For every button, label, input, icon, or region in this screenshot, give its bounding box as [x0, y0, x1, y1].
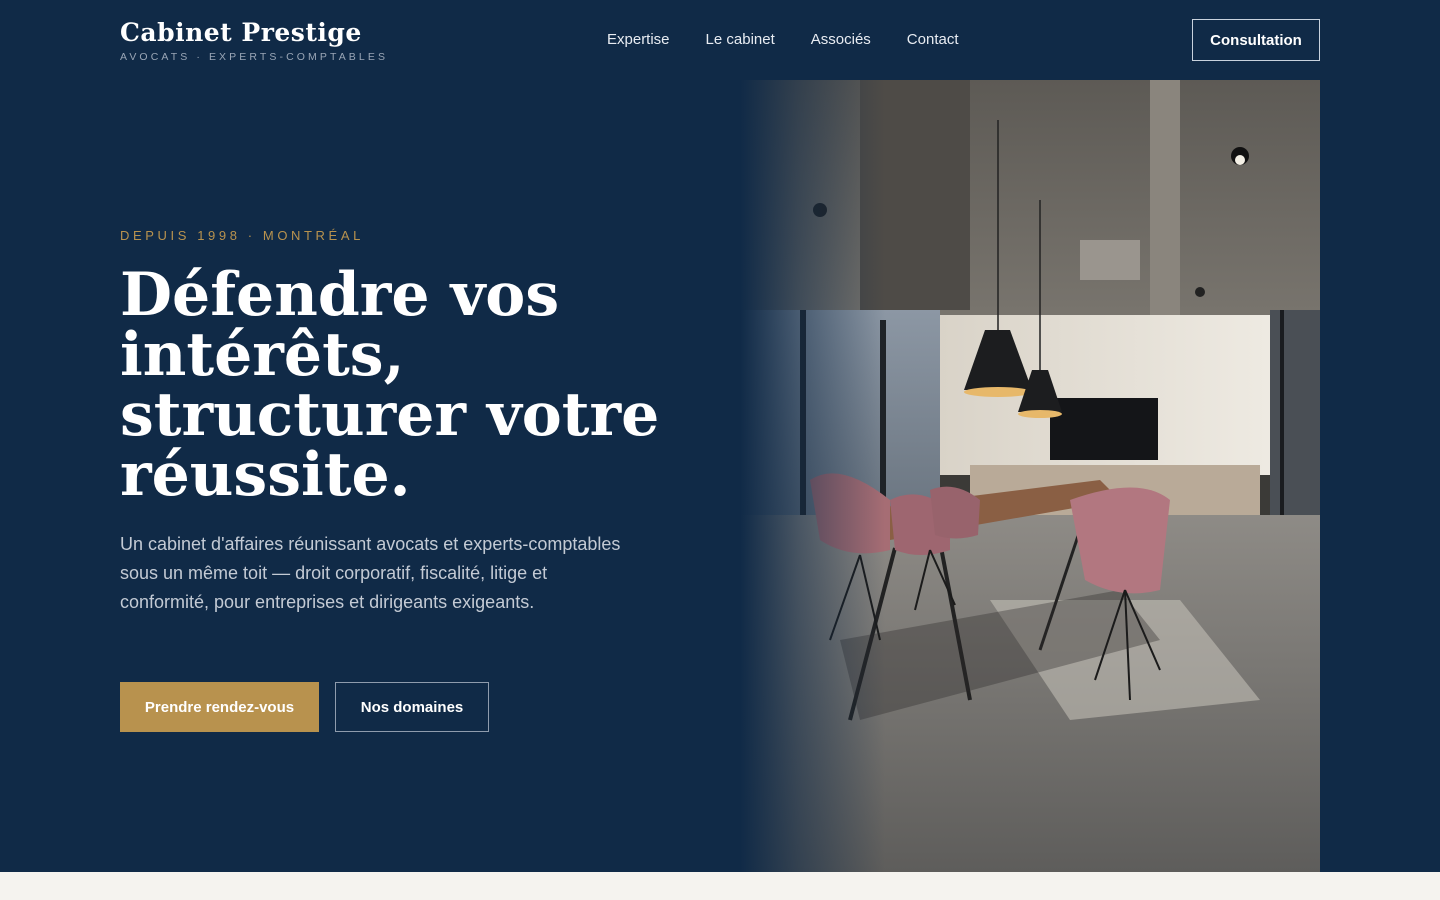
site-header: Cabinet Prestige AVOCATS · EXPERTS-COMPT… [0, 0, 1440, 80]
nav-link-expertise[interactable]: Expertise [607, 31, 670, 49]
headline-line-3: structurer votre [120, 380, 660, 450]
image-fade-overlay [740, 80, 1320, 872]
hero-lead-text: Un cabinet d'affaires réunissant avocats… [120, 534, 621, 612]
next-section-band [0, 872, 1440, 900]
book-appointment-button[interactable]: Prendre rendez-vous [120, 682, 319, 732]
hero-eyebrow: DEPUIS 1998 · MONTRÉAL [120, 228, 364, 243]
nav-link-associes[interactable]: Associés [811, 31, 871, 49]
nav-link-contact[interactable]: Contact [907, 31, 959, 49]
headline-line-1: Défendre vos [120, 260, 560, 330]
main-nav: Expertise Le cabinet Associés Contact [607, 31, 959, 49]
conference-room-image [740, 80, 1320, 872]
hero-headline: Défendre vos intérêts, structurer votre … [120, 265, 720, 505]
headline-line-2: intérêts, [120, 320, 405, 390]
brand-tagline: AVOCATS · EXPERTS-COMPTABLES [120, 51, 389, 63]
brand-logo[interactable]: Cabinet Prestige AVOCATS · EXPERTS-COMPT… [120, 18, 388, 63]
headline-line-4: réussite. [120, 440, 411, 510]
brand-name: Cabinet Prestige [120, 18, 362, 47]
practice-areas-button[interactable]: Nos domaines [335, 682, 489, 732]
nav-link-le-cabinet[interactable]: Le cabinet [706, 31, 775, 49]
consultation-button[interactable]: Consultation [1192, 19, 1320, 61]
